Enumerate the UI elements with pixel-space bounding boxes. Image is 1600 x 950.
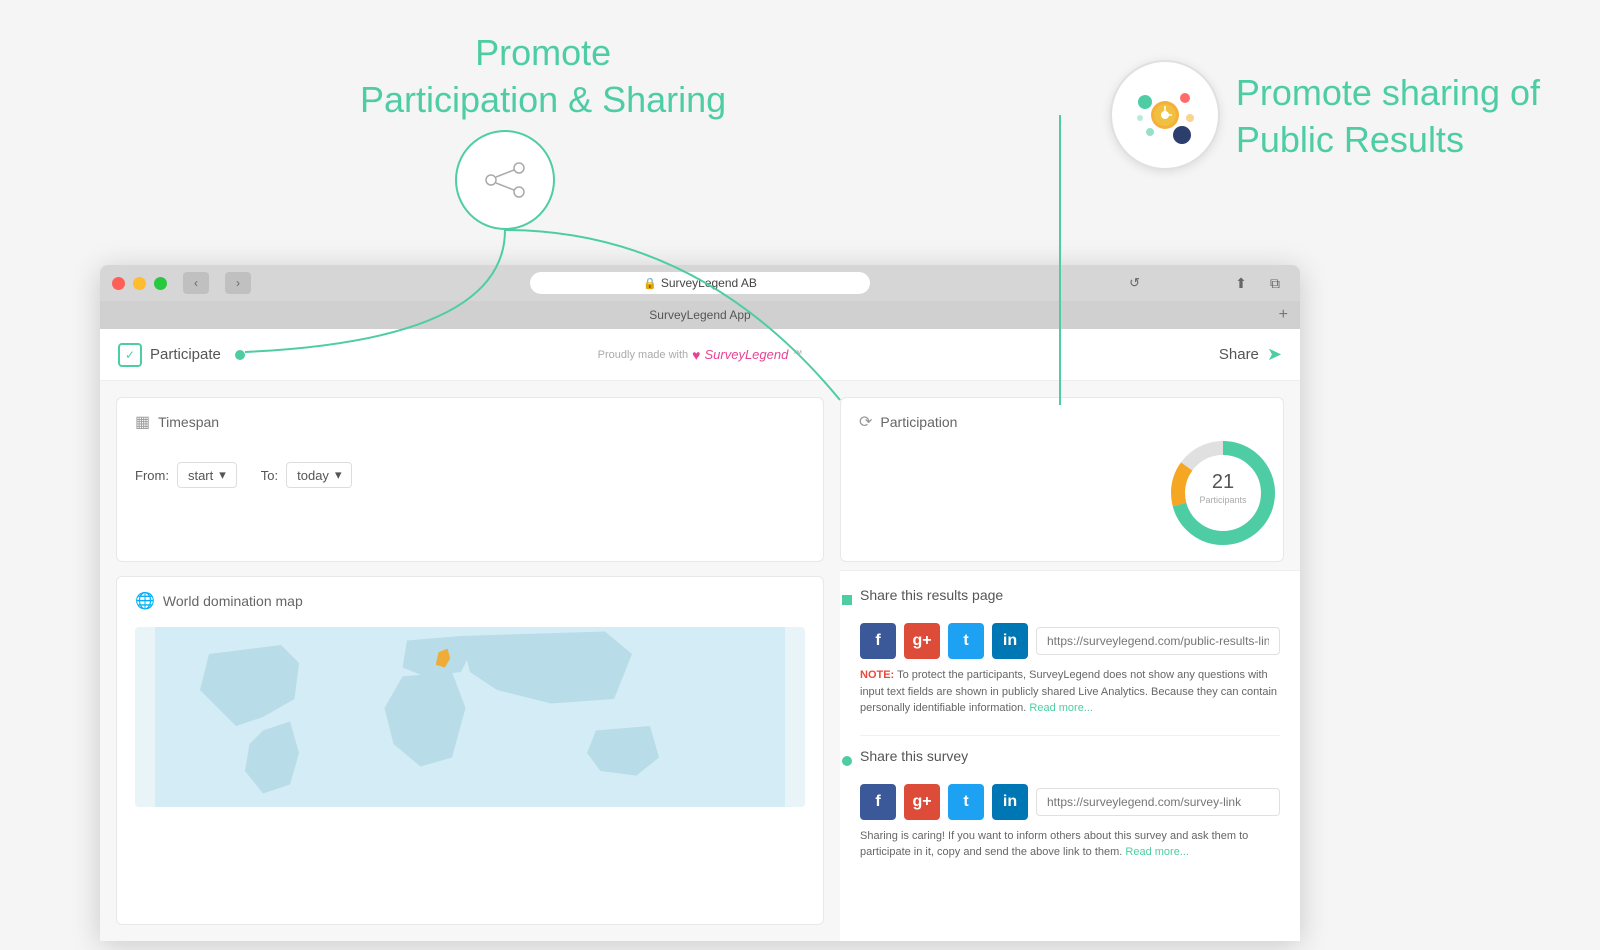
- reload-button[interactable]: ↺: [1129, 275, 1140, 291]
- share-panel: Share this results page f g+ t in NOTE: …: [840, 570, 1300, 941]
- fullscreen-button[interactable]: ⧉: [1262, 272, 1288, 294]
- participation-card: ⟳ Participation 21 Parti: [840, 397, 1284, 562]
- map-card: 🌐 World domination map: [116, 576, 824, 925]
- participation-donut: 21 Participants: [1153, 428, 1284, 553]
- address-bar[interactable]: 🔒 SurveyLegend AB: [530, 272, 870, 294]
- traffic-light-red[interactable]: [112, 277, 125, 290]
- to-label: To:: [261, 468, 278, 483]
- heart-icon: ♥: [692, 347, 700, 363]
- traffic-light-green[interactable]: [154, 277, 167, 290]
- proudly-made: Proudly made with ♥ SurveyLegend ™: [598, 347, 803, 363]
- world-map-svg: [135, 627, 805, 807]
- browser-actions: ⬆ ⧉: [1228, 272, 1288, 294]
- svg-text:Participants: Participants: [1199, 495, 1247, 505]
- note-label: NOTE:: [860, 669, 894, 681]
- results-note: NOTE: To protect the participants, Surve…: [860, 667, 1280, 717]
- address-text: SurveyLegend AB: [661, 276, 757, 290]
- left-annotation: Promote Participation & Sharing: [360, 30, 726, 124]
- results-icon-circle: [1110, 60, 1220, 170]
- back-button[interactable]: ‹: [183, 272, 209, 294]
- browser-titlebar: ‹ › 🔒 SurveyLegend AB ↺ ⬆ ⧉: [100, 265, 1300, 301]
- survey-link-input[interactable]: [1036, 788, 1280, 816]
- results-read-more[interactable]: Read more...: [1029, 702, 1093, 714]
- browser-window: ‹ › 🔒 SurveyLegend AB ↺ ⬆ ⧉ SurveyLegend…: [100, 265, 1300, 941]
- send-icon: ➤: [1267, 344, 1282, 365]
- from-field: From: start ▾: [135, 462, 237, 488]
- left-panel: ▦ Timespan From: start ▾ To:: [100, 381, 840, 941]
- lock-icon: 🔒: [643, 277, 657, 290]
- share-browser-button[interactable]: ⬆: [1228, 272, 1254, 294]
- sl-brand: SurveyLegend: [704, 347, 788, 362]
- map-title: 🌐 World domination map: [135, 591, 805, 611]
- app-content: ✓ Participate Proudly made with ♥ Survey…: [100, 329, 1300, 941]
- share-results-section: Share this results page f g+ t in NOTE: …: [860, 587, 1280, 717]
- traffic-light-yellow[interactable]: [133, 277, 146, 290]
- linkedin-button-survey[interactable]: in: [992, 784, 1028, 820]
- survey-dot: [842, 756, 852, 766]
- participate-dot: [235, 350, 245, 360]
- share-survey-row: f g+ t in: [860, 784, 1280, 820]
- right-panel: ⟳ Participation 21 Parti: [840, 381, 1300, 941]
- participate-icon: ✓: [118, 343, 142, 367]
- calendar-icon: ▦: [135, 412, 150, 432]
- participate-button[interactable]: ✓ Participate: [118, 343, 245, 367]
- to-select[interactable]: today ▾: [286, 462, 352, 488]
- participation-icon: ⟳: [859, 412, 872, 432]
- twitter-button-results[interactable]: t: [948, 623, 984, 659]
- right-annotation-title: Promote sharing of Public Results: [1236, 70, 1540, 164]
- twitter-button-survey[interactable]: t: [948, 784, 984, 820]
- googleplus-button-results[interactable]: g+: [904, 623, 940, 659]
- share-icon-circle: [455, 130, 555, 230]
- results-dot: [842, 595, 852, 605]
- right-annotation: Promote sharing of Public Results: [1236, 70, 1540, 164]
- share-results-row: f g+ t in: [860, 623, 1280, 659]
- tab-title: SurveyLegend App: [649, 308, 750, 322]
- new-tab-button[interactable]: +: [1279, 306, 1288, 324]
- results-link-input[interactable]: [1036, 627, 1280, 655]
- survey-note: Sharing is caring! If you want to inform…: [860, 828, 1280, 861]
- timespan-card: ▦ Timespan From: start ▾ To:: [116, 397, 824, 562]
- timespan-controls: From: start ▾ To: today ▾: [135, 462, 805, 488]
- survey-read-more[interactable]: Read more...: [1125, 846, 1189, 858]
- tab-bar: SurveyLegend App +: [100, 301, 1300, 329]
- googleplus-button-survey[interactable]: g+: [904, 784, 940, 820]
- left-annotation-title: Promote Participation & Sharing: [360, 30, 726, 124]
- globe-icon: 🌐: [135, 591, 155, 611]
- svg-text:21: 21: [1212, 471, 1234, 493]
- to-field: To: today ▾: [261, 462, 353, 488]
- facebook-button-survey[interactable]: f: [860, 784, 896, 820]
- timespan-title: ▦ Timespan: [135, 412, 805, 432]
- share-results-title: Share this results page: [860, 587, 1003, 603]
- app-main: ▦ Timespan From: start ▾ To:: [100, 381, 1300, 941]
- app-toolbar: ✓ Participate Proudly made with ♥ Survey…: [100, 329, 1300, 381]
- from-label: From:: [135, 468, 169, 483]
- facebook-button-results[interactable]: f: [860, 623, 896, 659]
- share-survey-section: Share this survey f g+ t in Sharing is c…: [860, 748, 1280, 861]
- share-label: Share: [1219, 346, 1259, 363]
- participate-label: Participate: [150, 346, 221, 363]
- from-select[interactable]: start ▾: [177, 462, 237, 488]
- forward-button[interactable]: ›: [225, 272, 251, 294]
- share-button[interactable]: Share ➤: [1219, 344, 1282, 365]
- share-survey-title: Share this survey: [860, 748, 968, 764]
- linkedin-button-results[interactable]: in: [992, 623, 1028, 659]
- map-body: [135, 627, 805, 807]
